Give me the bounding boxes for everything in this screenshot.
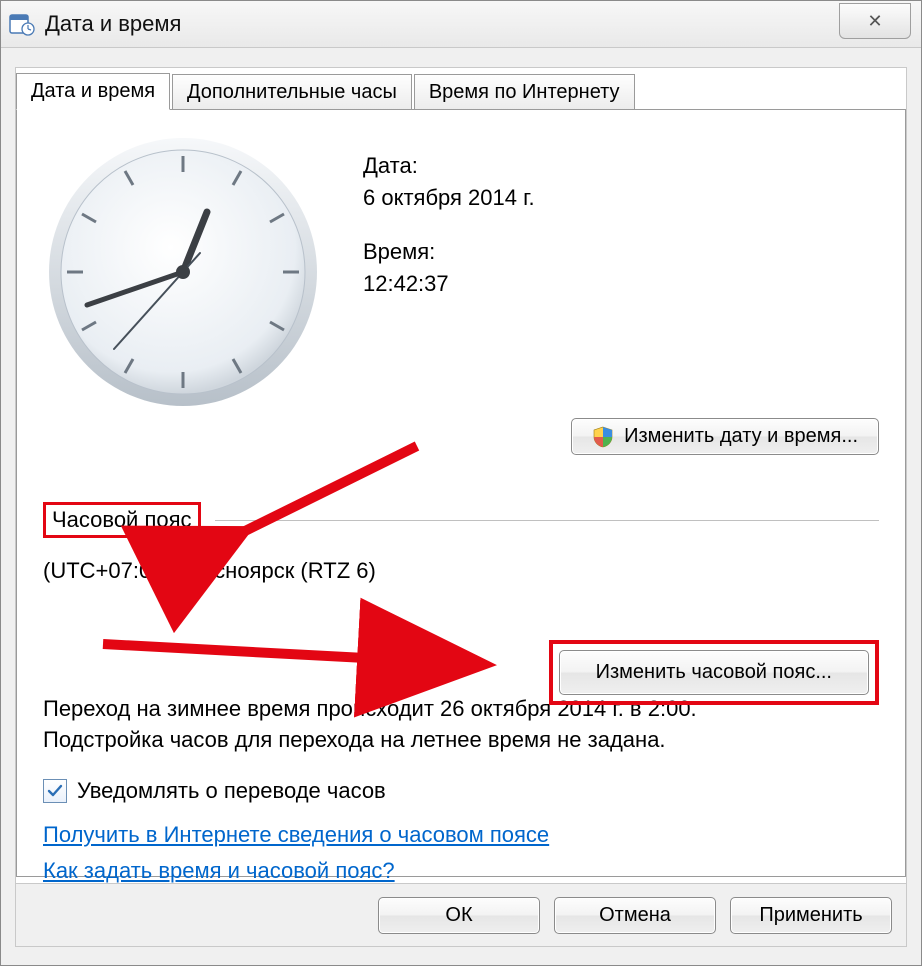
client-area: Дата и время Дополнительные часы Время п…: [15, 67, 907, 947]
dialog-button-bar: ОК Отмена Применить: [16, 883, 906, 946]
tab-internet-time[interactable]: Время по Интернету: [414, 74, 635, 110]
timezone-current: (UTC+07:00) Красноярск (RTZ 6): [43, 558, 879, 584]
change-datetime-label: Изменить дату и время...: [624, 425, 858, 448]
tab-date-time[interactable]: Дата и время: [16, 73, 170, 110]
shield-icon: [592, 426, 614, 448]
time-label: Время:: [363, 236, 535, 268]
change-timezone-label: Изменить часовой пояс...: [596, 661, 832, 684]
analog-clock: [43, 132, 323, 412]
window-title: Дата и время: [45, 11, 181, 37]
date-time-info: Дата: 6 октября 2014 г. Время: 12:42:37: [363, 150, 535, 300]
change-datetime-button[interactable]: Изменить дату и время...: [571, 418, 879, 455]
ok-button[interactable]: ОК: [378, 897, 540, 934]
apply-button[interactable]: Применить: [730, 897, 892, 934]
tab-strip: Дата и время Дополнительные часы Время п…: [16, 67, 906, 109]
tab-additional-clocks[interactable]: Дополнительные часы: [172, 74, 412, 110]
link-howto[interactable]: Как задать время и часовой пояс?: [43, 858, 395, 884]
link-timezone-info[interactable]: Получить в Интернете сведения о часовом …: [43, 822, 549, 848]
divider: [215, 520, 879, 521]
annotation-arrow-2: [97, 630, 497, 696]
titlebar: Дата и время ✕: [1, 1, 921, 48]
notify-checkbox[interactable]: [43, 779, 67, 803]
date-label: Дата:: [363, 150, 535, 182]
change-timezone-button[interactable]: Изменить часовой пояс...: [559, 650, 869, 695]
timezone-section-label: Часовой пояс: [43, 502, 201, 538]
cancel-button[interactable]: Отмена: [554, 897, 716, 934]
date-value: 6 октября 2014 г.: [363, 182, 535, 214]
close-icon: ✕: [867, 11, 882, 32]
close-button[interactable]: ✕: [839, 3, 911, 39]
tab-page-date-time: Дата: 6 октября 2014 г. Время: 12:42:37 …: [16, 109, 906, 877]
annotation-highlight-tz-button: Изменить часовой пояс...: [549, 640, 879, 705]
notify-label: Уведомлять о переводе часов: [77, 778, 386, 804]
date-time-window: Дата и время ✕ Дата и время Дополнительн…: [0, 0, 922, 966]
time-value: 12:42:37: [363, 268, 535, 300]
datetime-icon: [9, 11, 35, 37]
